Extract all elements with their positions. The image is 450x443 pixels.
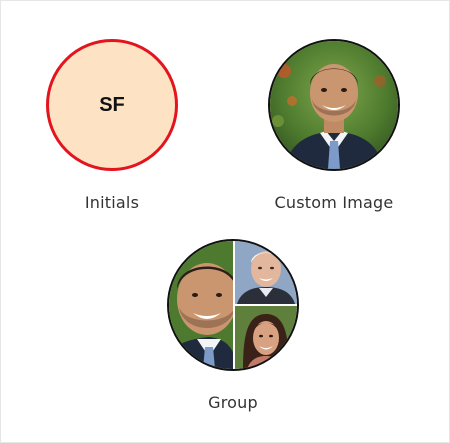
group-avatar[interactable] <box>167 239 299 371</box>
initials-caption: Initials <box>84 193 140 212</box>
initials-avatar[interactable]: SF <box>46 39 178 171</box>
custom-image-avatar[interactable] <box>268 39 400 171</box>
group-photo-left <box>169 241 233 369</box>
group-photo-bottom-right <box>235 306 297 369</box>
smiling-man-photo <box>270 41 398 169</box>
older-man-photo <box>235 241 297 304</box>
custom-image-caption: Custom Image <box>274 193 394 212</box>
group-avatar-item: Group <box>167 239 299 412</box>
avatar-demo-panel: SF Initials Custom Image Group <box>0 0 450 443</box>
smiling-woman-photo <box>235 306 297 369</box>
smiling-man-photo <box>169 241 233 369</box>
initials-avatar-item: SF Initials <box>46 39 178 212</box>
group-caption: Group <box>208 393 258 412</box>
group-photo-top-right <box>235 241 297 304</box>
custom-image-avatar-item: Custom Image <box>268 39 400 212</box>
initials-text: SF <box>99 93 125 116</box>
